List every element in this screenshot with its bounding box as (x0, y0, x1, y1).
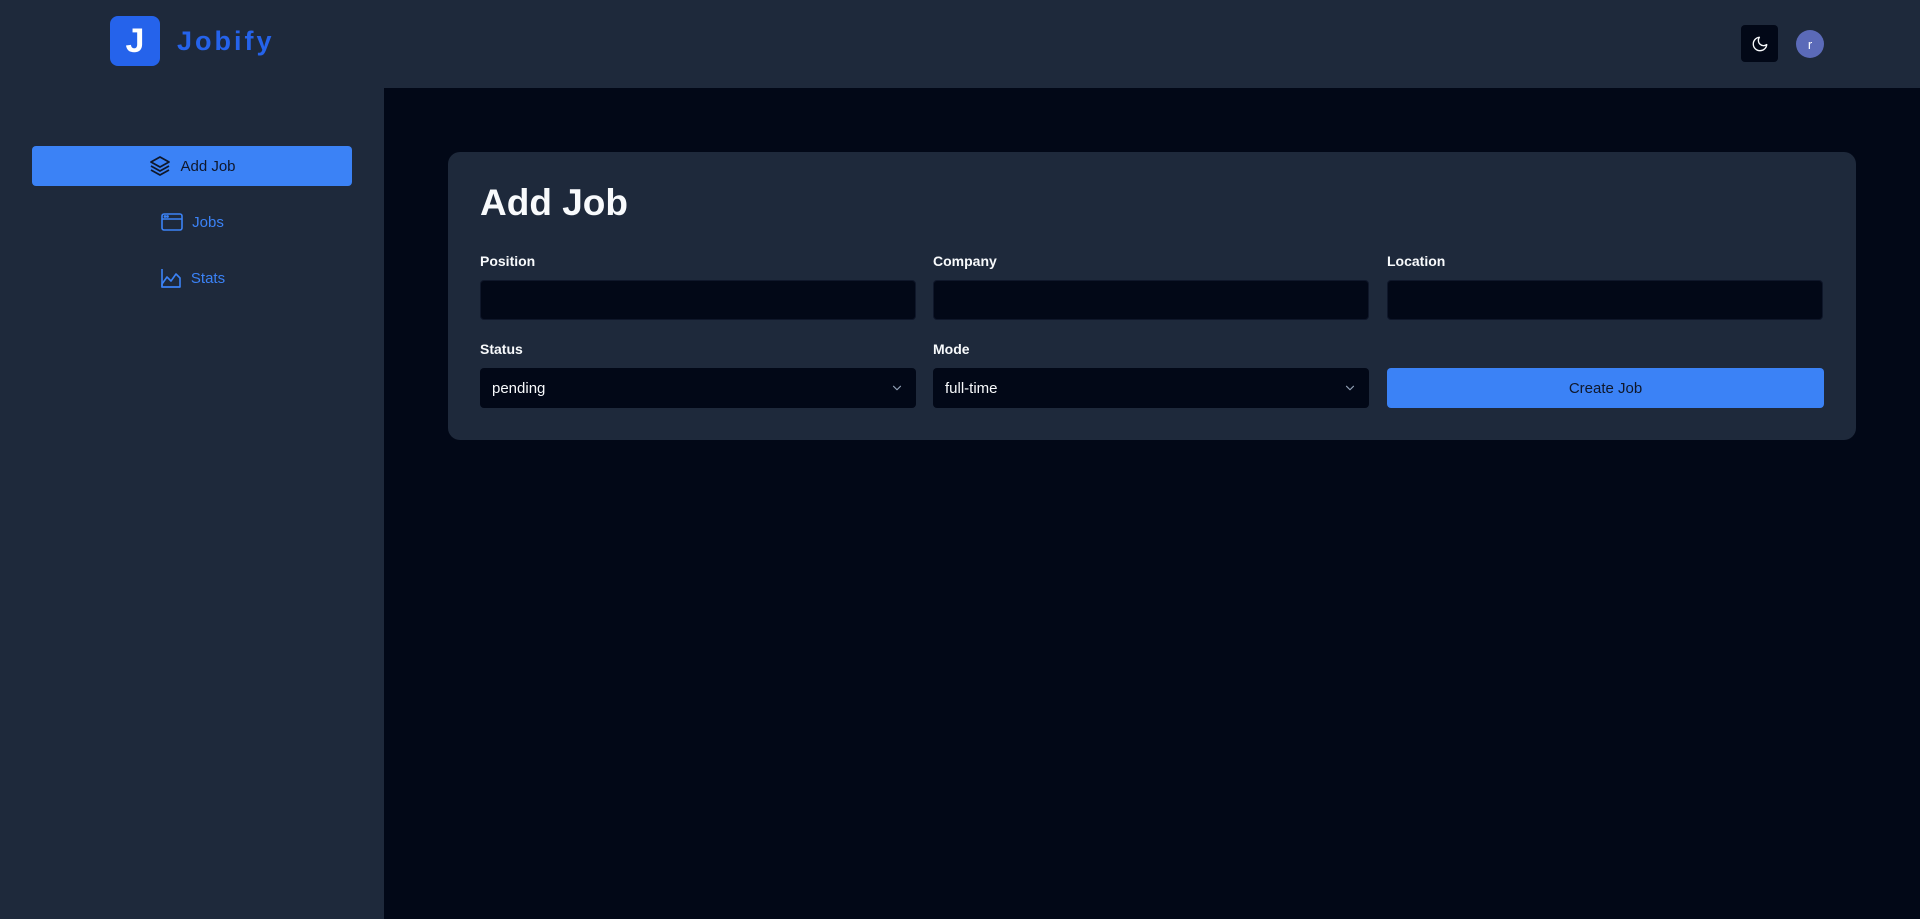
mode-select[interactable]: full-time (933, 368, 1369, 408)
create-job-button[interactable]: Create Job (1387, 368, 1824, 408)
mode-value: full-time (945, 379, 998, 397)
sidebar-item-jobs[interactable]: Jobs (32, 202, 352, 242)
top-bar (384, 0, 1920, 88)
brand[interactable]: J Jobify (110, 16, 275, 66)
company-input[interactable] (933, 280, 1369, 320)
area-chart-icon (159, 266, 183, 290)
location-label: Location (1387, 253, 1446, 269)
avatar[interactable]: r (1796, 30, 1824, 58)
sidebar-nav: Add Job Jobs Stats (32, 146, 352, 314)
status-value: pending (492, 379, 546, 397)
add-job-form: Add Job Position Company Location Status… (448, 152, 1856, 440)
theme-toggle-button[interactable] (1741, 25, 1778, 62)
moon-icon (1751, 35, 1769, 53)
position-label: Position (480, 253, 536, 269)
logo-mark: J (110, 16, 160, 66)
position-input[interactable] (480, 280, 916, 320)
sidebar-item-add-job[interactable]: Add Job (32, 146, 352, 186)
mode-label: Mode (933, 341, 970, 357)
layers-icon (148, 154, 172, 178)
sidebar-item-label: Jobs (192, 213, 224, 231)
status-select[interactable]: pending (480, 368, 916, 408)
location-input[interactable] (1387, 280, 1823, 320)
sidebar-item-label: Stats (190, 269, 226, 287)
sidebar-item-label: Add Job (180, 157, 236, 175)
sidebar: J Jobify Add Job Jobs Stats (0, 0, 384, 919)
company-label: Company (933, 253, 997, 269)
sidebar-item-stats[interactable]: Stats (32, 258, 352, 298)
page-title: Add Job (480, 182, 628, 223)
browser-window-icon (160, 210, 184, 234)
status-label: Status (480, 341, 523, 357)
chevron-down-icon (890, 381, 904, 395)
logo-text: Jobify (177, 25, 275, 56)
chevron-down-icon (1343, 381, 1357, 395)
